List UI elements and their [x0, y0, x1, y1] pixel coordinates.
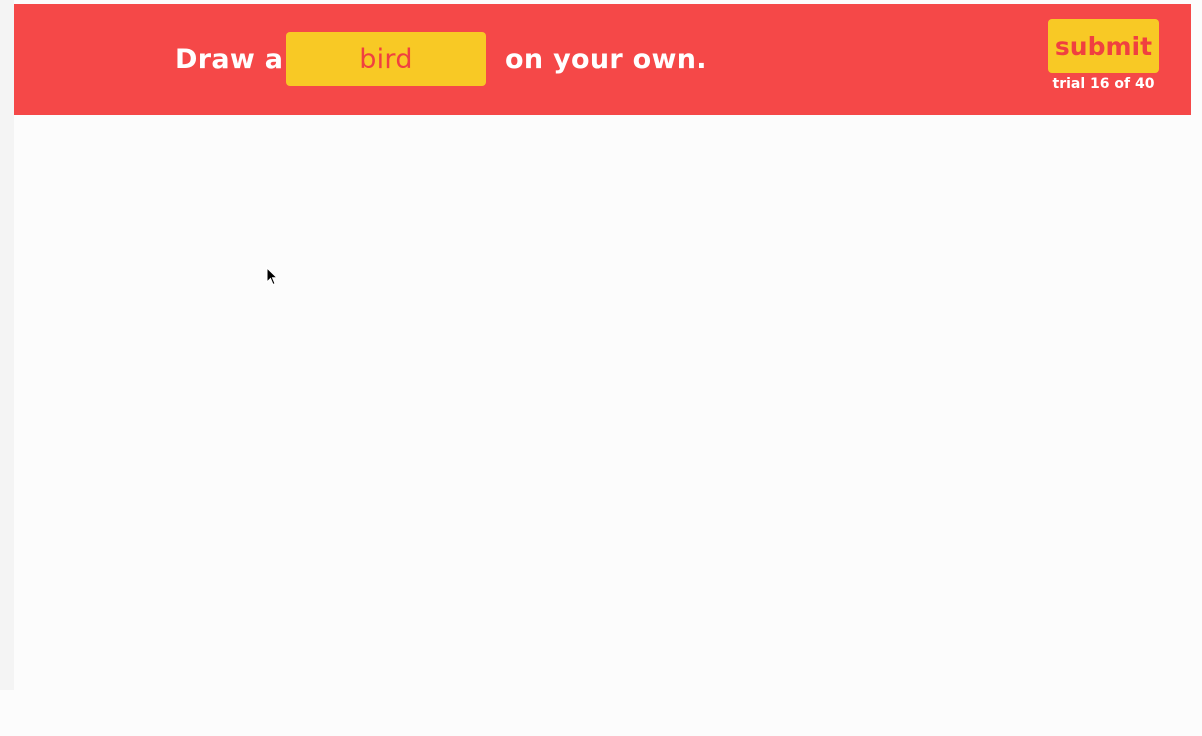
task-header: Draw a bird on your own. submit trial 16… — [14, 4, 1191, 115]
drawing-canvas[interactable] — [14, 115, 1191, 690]
left-border-strip — [0, 0, 14, 690]
trial-counter: trial 16 of 40 — [1052, 76, 1155, 92]
prompt-suffix-text: on your own. — [505, 43, 707, 75]
prompt-prefix-text: Draw a — [175, 43, 284, 75]
submit-button[interactable]: submit — [1048, 19, 1159, 73]
mouse-pointer-icon — [266, 267, 278, 286]
page: Draw a bird on your own. submit trial 16… — [0, 0, 1202, 736]
category-label: bird — [286, 32, 486, 86]
